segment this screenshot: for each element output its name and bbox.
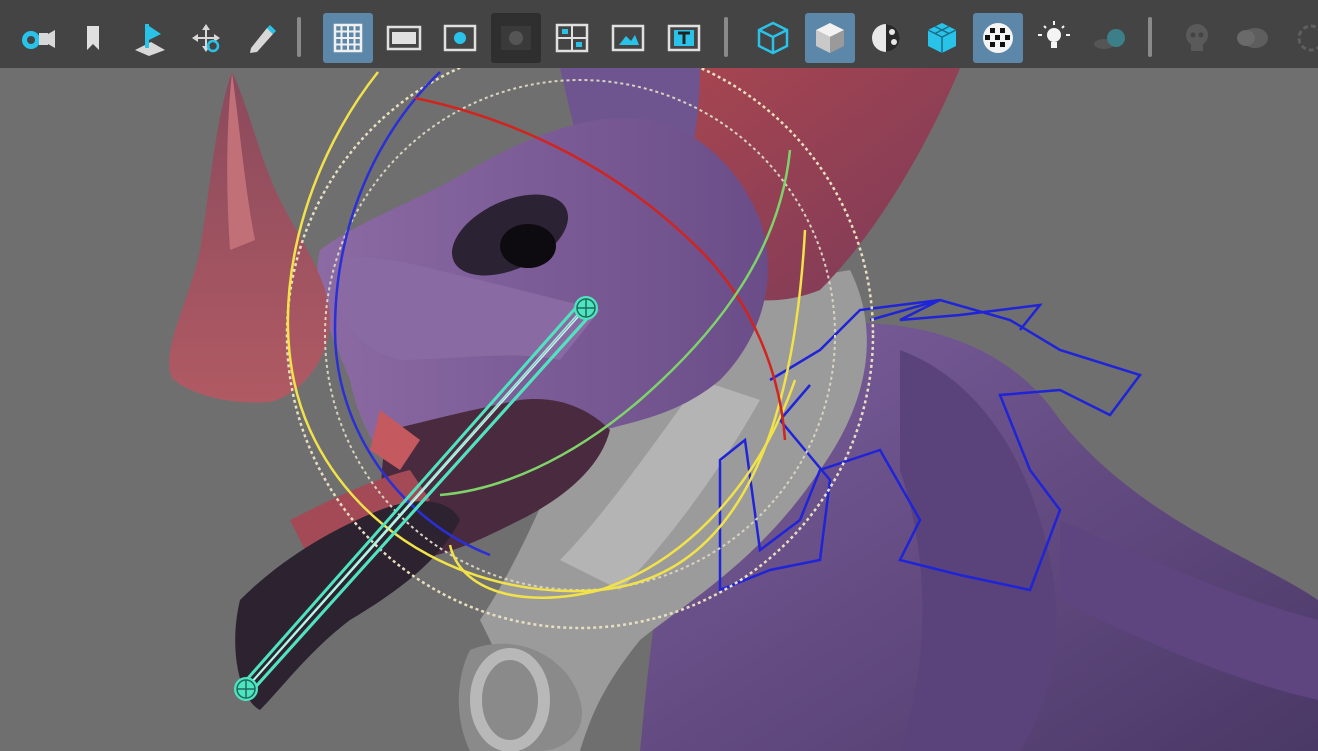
- safe-action-button[interactable]: [603, 13, 653, 63]
- smooth-shade-icon: [816, 23, 844, 53]
- shadows-button[interactable]: [1085, 13, 1135, 63]
- anti-aliasing-button[interactable]: [1284, 13, 1318, 63]
- move-pivot-button[interactable]: [181, 13, 231, 63]
- anti-aliasing-icon: [1297, 24, 1318, 52]
- grid-toggle-button[interactable]: [323, 13, 373, 63]
- wireframe-button[interactable]: [748, 13, 798, 63]
- shaded-wireframe-button[interactable]: [917, 13, 967, 63]
- default-material-icon: [872, 24, 900, 52]
- textured-icon: [983, 23, 1013, 53]
- grid-icon: [333, 23, 363, 53]
- default-material-button[interactable]: [861, 13, 911, 63]
- shaded-wireframe-icon: [927, 23, 957, 53]
- field-chart-button[interactable]: [547, 13, 597, 63]
- viewport-panel-toolbar: [0, 0, 1318, 69]
- ambient-occlusion-icon: [1186, 24, 1208, 51]
- resolution-gate-icon: [443, 24, 477, 52]
- eye: [500, 224, 556, 268]
- textured-button[interactable]: [973, 13, 1023, 63]
- 3d-viewport[interactable]: [0, 68, 1318, 751]
- joint-root-handle[interactable]: [574, 296, 598, 320]
- toolbar-separator[interactable]: [723, 17, 729, 57]
- camera-attributes-icon: [22, 30, 55, 49]
- camera-attributes-button[interactable]: [12, 13, 62, 63]
- viewport-scene[interactable]: [0, 68, 1318, 751]
- joint-end-handle[interactable]: [234, 677, 258, 701]
- grease-pencil-button[interactable]: [236, 13, 286, 63]
- toolbar-separator[interactable]: [296, 17, 302, 57]
- film-gate-icon: [386, 25, 422, 51]
- lighting-button[interactable]: [1029, 13, 1079, 63]
- safe-title-icon: [667, 24, 701, 52]
- motion-blur-icon: [1237, 28, 1268, 48]
- smooth-shade-button[interactable]: [805, 13, 855, 63]
- field-chart-icon: [555, 23, 589, 53]
- gate-mask-button[interactable]: [491, 13, 541, 63]
- lighting-icon: [1038, 21, 1070, 48]
- ambient-occlusion-button[interactable]: [1172, 13, 1222, 63]
- motion-blur-button[interactable]: [1228, 13, 1278, 63]
- safe-title-button[interactable]: [659, 13, 709, 63]
- wireframe-icon: [757, 21, 789, 55]
- shadows-icon: [1094, 29, 1125, 49]
- grease-pencil-icon: [250, 25, 276, 53]
- toolbar-separator[interactable]: [1147, 17, 1153, 57]
- image-plane-button[interactable]: [124, 13, 174, 63]
- move-pivot-icon: [192, 24, 220, 53]
- bookmark-button[interactable]: [68, 13, 118, 63]
- resolution-gate-button[interactable]: [435, 13, 485, 63]
- safe-action-icon: [611, 24, 645, 52]
- maya-viewport-window: [0, 0, 1318, 751]
- film-gate-button[interactable]: [379, 13, 429, 63]
- image-plane-icon: [135, 24, 165, 56]
- gate-mask-icon: [501, 26, 531, 50]
- bookmark-icon: [87, 26, 99, 50]
